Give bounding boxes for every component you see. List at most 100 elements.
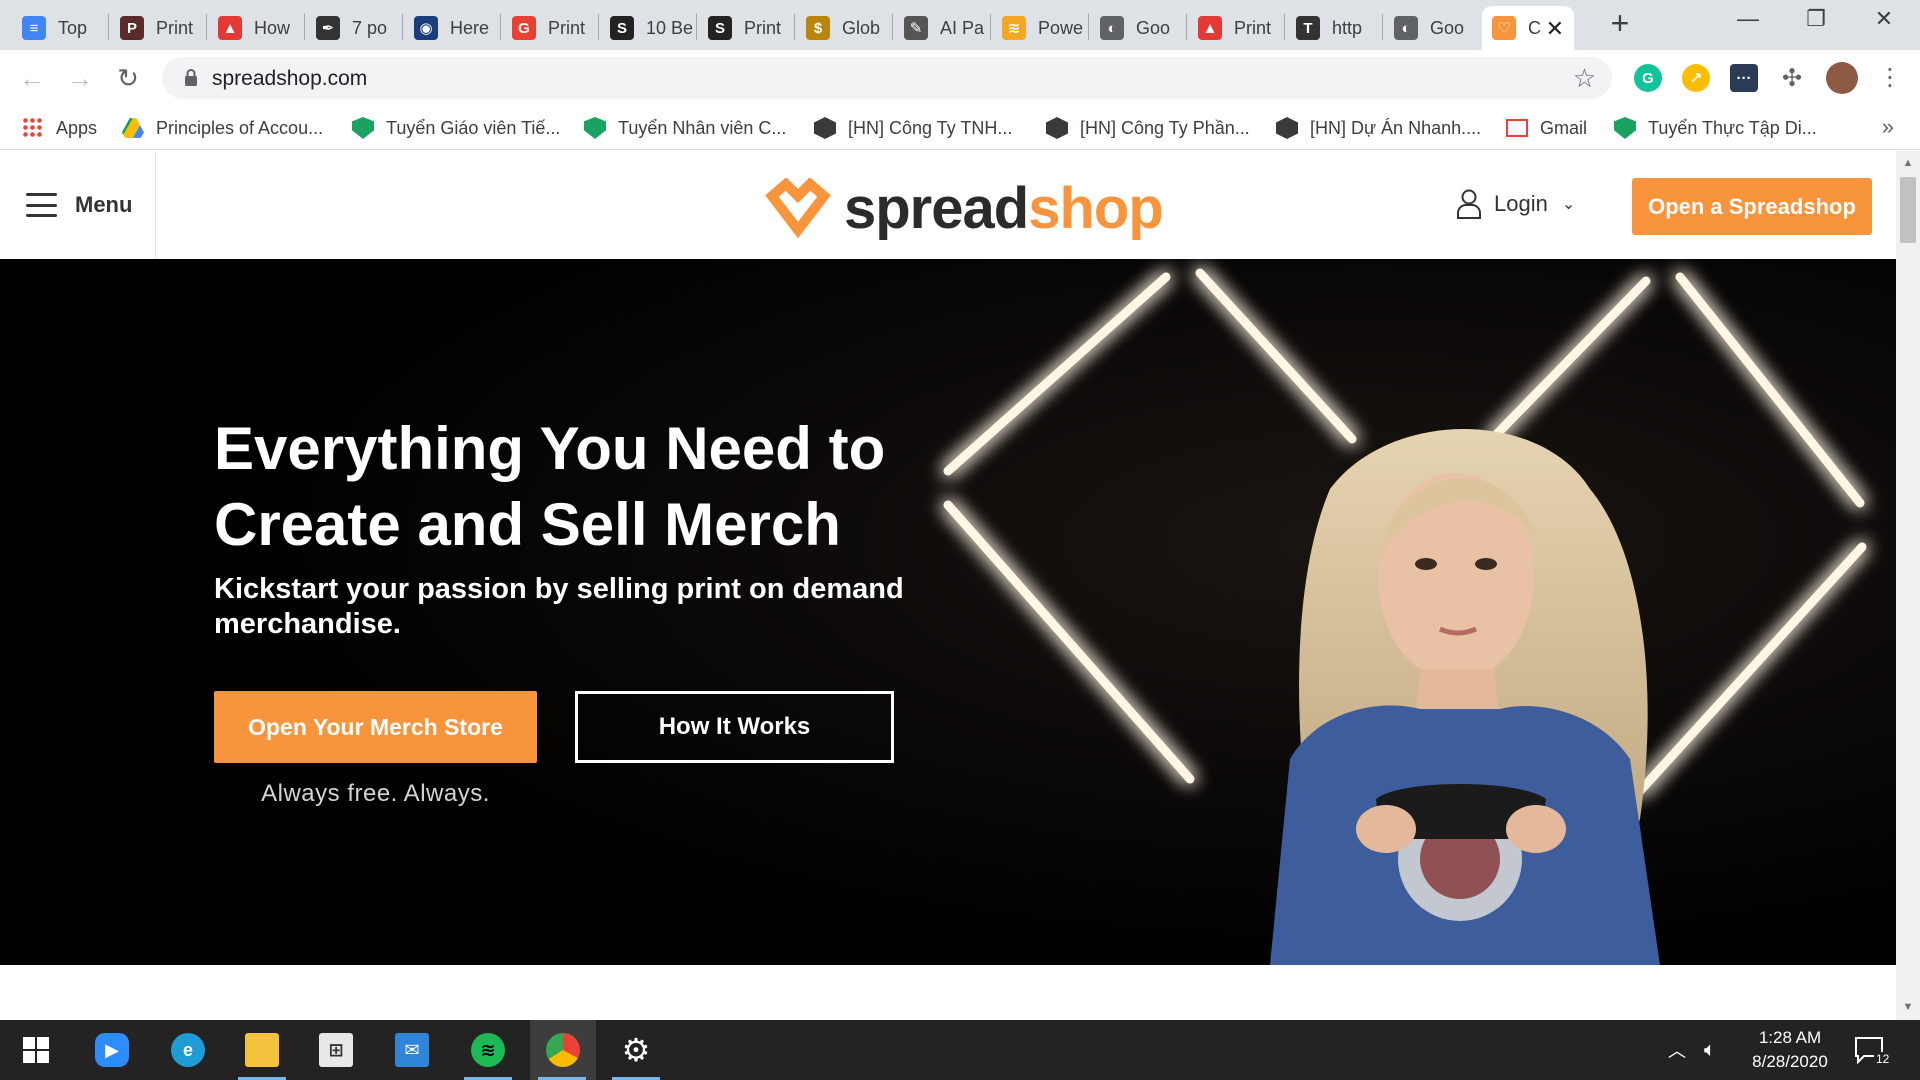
browser-tab[interactable]: G Print <box>502 6 596 50</box>
tab-separator <box>402 14 403 40</box>
tab-separator <box>990 14 991 40</box>
chevron-down-icon: ⌄ <box>1561 196 1576 213</box>
tab-title: C <box>1528 17 1541 38</box>
login-menu[interactable]: Login ⌄ <box>1456 189 1575 219</box>
browser-tab[interactable]: $ Glob <box>796 6 890 50</box>
profile-avatar[interactable] <box>1826 62 1858 94</box>
browser-tab[interactable]: ◐ Goo <box>1090 6 1184 50</box>
scroll-up-icon[interactable]: ▲ <box>1896 157 1920 169</box>
address-bar[interactable]: spreadshop.com ☆ <box>162 57 1612 99</box>
more-bookmarks-icon[interactable]: » <box>1882 114 1894 140</box>
browser-toolbar: ← → ↻ spreadshop.com ☆ G ↗ ··· ✣ ⋮ <box>0 50 1920 106</box>
browser-tab[interactable]: ▲ Print <box>1188 6 1282 50</box>
bookmark-star-icon[interactable]: ☆ <box>1573 63 1596 94</box>
browser-tab[interactable]: ♡ C ✕ <box>1482 6 1574 50</box>
s-logo-icon: S <box>610 16 634 40</box>
browser-tab[interactable]: ▲ How <box>208 6 302 50</box>
taskbar-chrome[interactable] <box>530 1020 596 1080</box>
bookmark-label: Principles of Accou... <box>156 117 324 138</box>
apps-grid-icon <box>22 117 44 139</box>
tab-title: http <box>1332 17 1363 38</box>
tab-title: Print <box>548 17 586 38</box>
tab-title: Here <box>450 17 490 38</box>
web-page: Menu spreadshop Login ⌄ Open a Spreadsho… <box>0 151 1896 1020</box>
bookmark-item[interactable]: Tuyển Thực Tập Di... <box>1614 116 1817 140</box>
bookmark-item[interactable]: [HN] Công Ty Phần... <box>1046 116 1250 140</box>
taskbar-edge[interactable]: e <box>156 1020 220 1080</box>
tab-separator <box>1088 14 1089 40</box>
browser-tab[interactable]: ◉ Here <box>404 6 498 50</box>
login-label: Login <box>1494 191 1548 216</box>
how-it-works-button[interactable]: How It Works <box>575 691 894 763</box>
close-window-button[interactable]: ✕ <box>1854 6 1914 38</box>
page-scrollbar[interactable]: ▲ ▼ <box>1896 151 1920 1020</box>
tab-separator <box>1382 14 1383 40</box>
url-text: spreadshop.com <box>212 67 368 90</box>
browser-tab[interactable]: ✒ 7 po <box>306 6 400 50</box>
scroll-thumb[interactable] <box>1900 177 1916 243</box>
browser-tab[interactable]: ✎ AI Pa <box>894 6 988 50</box>
tab-title: Print <box>1234 17 1272 38</box>
bookmark-label: Apps <box>56 117 98 138</box>
tab-separator <box>304 14 305 40</box>
bookmark-item[interactable]: Tuyển Giáo viên Tiế... <box>352 116 560 140</box>
site-header: Menu spreadshop Login ⌄ Open a Spreadsho… <box>0 151 1896 259</box>
spreadshop-logo[interactable]: spreadshop <box>762 175 1164 242</box>
bookmark-item[interactable]: Principles of Accou... <box>122 116 323 140</box>
browser-tab[interactable]: S Print <box>698 6 792 50</box>
browser-tab[interactable]: ◐ Goo <box>1384 6 1478 50</box>
browser-tab[interactable]: S 10 Be <box>600 6 694 50</box>
close-tab-icon[interactable]: ✕ <box>1546 16 1564 42</box>
tab-separator <box>892 14 893 40</box>
volume-icon[interactable]: 🔈︎ <box>1704 1020 1716 1080</box>
taskbar-settings[interactable]: ⚙ <box>604 1020 668 1080</box>
new-tab-button[interactable]: + <box>1604 7 1636 40</box>
bookmark-item[interactable]: [HN] Công Ty TNH... <box>814 116 1012 140</box>
action-center-button[interactable]: 12 <box>1854 1020 1892 1080</box>
chrome-menu-icon[interactable]: ⋮ <box>1872 60 1908 96</box>
bookmark-item[interactable]: [HN] Dự Án Nhanh.... <box>1276 116 1481 140</box>
compass-extension-icon[interactable]: ↗ <box>1682 64 1710 92</box>
open-merch-store-button[interactable]: Open Your Merch Store <box>214 691 537 763</box>
globe-icon: ◐ <box>1100 16 1124 40</box>
cube-icon <box>1046 117 1068 139</box>
bookmark-item[interactable]: Apps <box>22 116 97 140</box>
tab-separator <box>1186 14 1187 40</box>
browser-tab[interactable]: ≋ Powe <box>992 6 1086 50</box>
minimize-button[interactable]: — <box>1718 6 1778 38</box>
taskbar-clock[interactable]: 1:28 AM 8/28/2020 <box>1740 1026 1840 1074</box>
extensions-puzzle-icon[interactable]: ✣ <box>1778 64 1806 92</box>
bookmark-item[interactable]: Gmail <box>1506 116 1587 140</box>
back-button[interactable]: ← <box>14 60 50 96</box>
windows-taskbar: ▶ e ⊞ ✉ ≋ ⚙ ︿ 🔈︎ 1:28 AM 8/28/2020 12 <box>0 1020 1920 1080</box>
reload-button[interactable]: ↻ <box>110 60 146 96</box>
open-spreadshop-button[interactable]: Open a Spreadshop <box>1632 178 1872 235</box>
forward-button[interactable]: → <box>62 60 98 96</box>
taskbar-spotify[interactable]: ≋ <box>456 1020 520 1080</box>
notification-count: 12 <box>1874 1052 1892 1066</box>
dots-extension-icon[interactable]: ··· <box>1730 64 1758 92</box>
taskbar-store[interactable]: ⊞ <box>304 1020 368 1080</box>
menu-button[interactable]: Menu <box>0 151 156 259</box>
browser-tab[interactable]: P Print <box>110 6 204 50</box>
taskbar-zoom[interactable]: ▶ <box>80 1020 144 1080</box>
gmail-icon <box>1506 119 1528 137</box>
tab-separator <box>500 14 501 40</box>
browser-tab[interactable]: ≡ Top <box>12 6 106 50</box>
scroll-down-icon[interactable]: ▼ <box>1896 1001 1920 1013</box>
restore-button[interactable]: ❐ <box>1786 6 1846 38</box>
user-icon <box>1457 189 1481 219</box>
show-hidden-icons[interactable]: ︿ <box>1668 1020 1686 1080</box>
bookmark-label: [HN] Công Ty Phần... <box>1080 117 1250 138</box>
tab-separator <box>108 14 109 40</box>
hero-section: Everything You Need to Create and Sell M… <box>0 259 1896 965</box>
start-button[interactable] <box>4 1020 68 1080</box>
hero-subtitle: Kickstart your passion by selling print … <box>214 573 904 640</box>
grammarly-extension-icon[interactable]: G <box>1634 64 1662 92</box>
taskbar-file-explorer[interactable] <box>230 1020 294 1080</box>
browser-tab[interactable]: Thttp <box>1286 6 1380 50</box>
taskbar-mail[interactable]: ✉ <box>380 1020 444 1080</box>
print-site-icon: P <box>120 16 144 40</box>
lock-icon <box>185 69 197 86</box>
bookmark-item[interactable]: Tuyển Nhân viên C... <box>584 116 786 140</box>
